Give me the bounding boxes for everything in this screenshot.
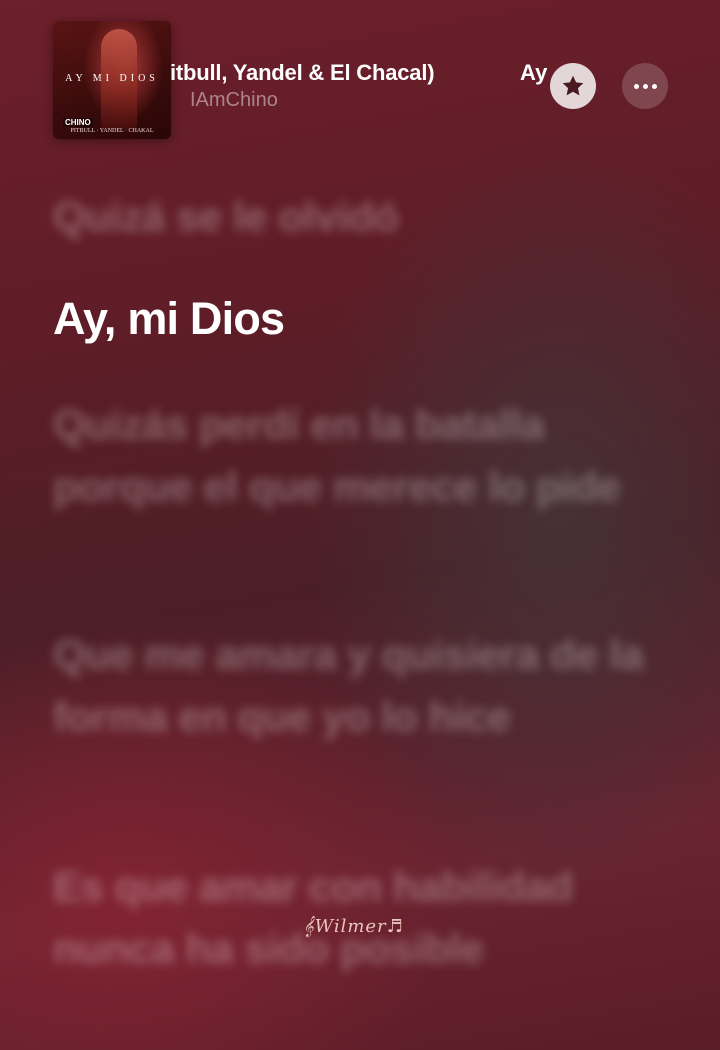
album-artwork[interactable]: AY MI DIOS CHINO PITBULL · YANDEL · CHAK…: [53, 21, 171, 139]
watermark-signature: 𝄞Wilmer♬: [303, 916, 404, 937]
star-icon: [562, 75, 584, 96]
artist-name[interactable]: IAmChino: [190, 89, 278, 112]
lyric-line-upcoming[interactable]: Quizás perdí en la batalla porque el que…: [53, 394, 673, 518]
favorite-button[interactable]: [550, 63, 596, 109]
more-options-button[interactable]: [622, 63, 668, 109]
album-cover-credits: PITBULL · YANDEL · CHAKAL: [70, 128, 154, 134]
now-playing-header: AY MI DIOS CHINO PITBULL · YANDEL · CHAK…: [0, 0, 720, 150]
lyric-line-previous[interactable]: Quizá se le olvidó: [53, 186, 673, 248]
song-title-marquee-next: Ay: [520, 60, 548, 85]
lyric-line-current[interactable]: Ay, mi Dios: [53, 288, 673, 350]
album-cover-title: AY MI DIOS: [65, 73, 159, 84]
ellipsis-icon: [633, 83, 657, 89]
album-cover-logo: CHINO: [63, 118, 93, 127]
lyric-line-upcoming[interactable]: Que me amara y quisiera de la forma en q…: [53, 624, 673, 748]
song-title[interactable]: itbull, Yandel & El Chacal): [170, 60, 435, 86]
